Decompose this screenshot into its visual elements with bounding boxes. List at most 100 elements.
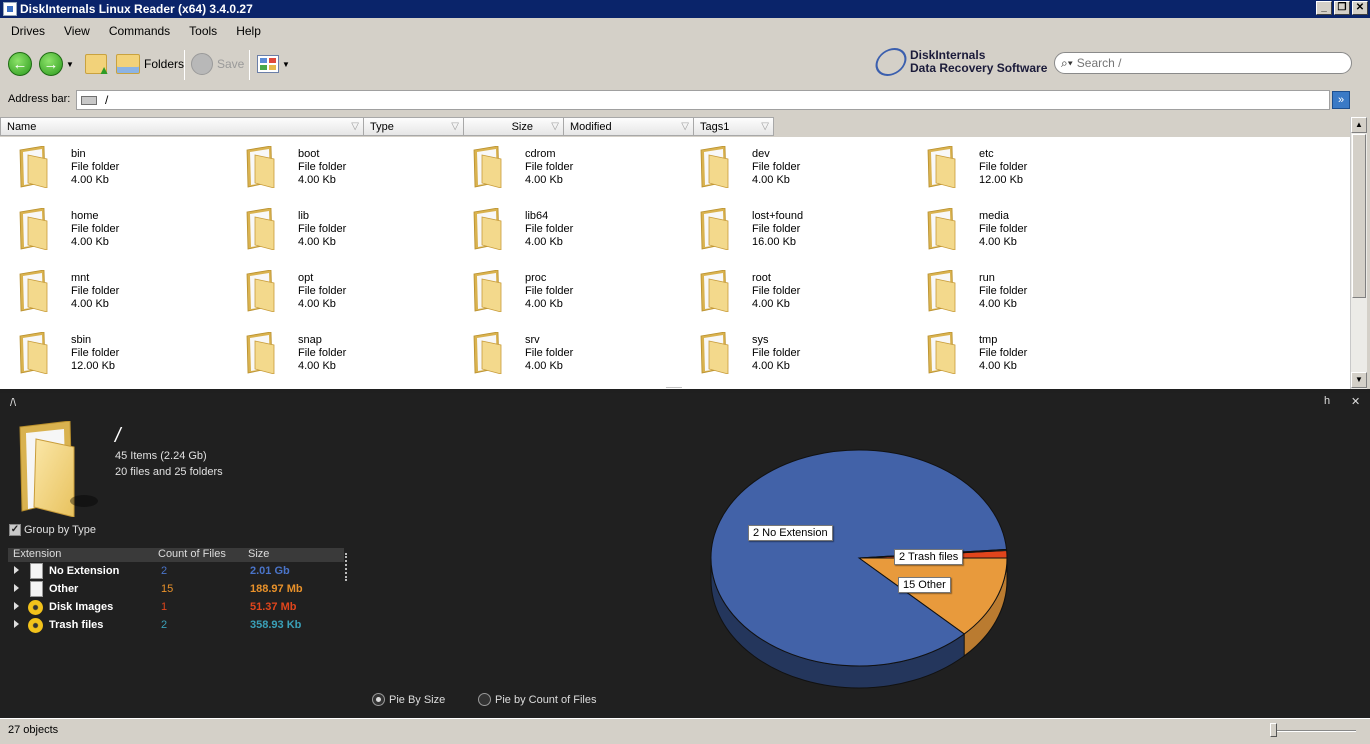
- header-count[interactable]: Count of Files: [158, 548, 226, 560]
- close-window-button[interactable]: ✕: [1352, 1, 1368, 15]
- folder-icon: [473, 146, 502, 188]
- folder-up-button[interactable]: [85, 50, 110, 78]
- file-item[interactable]: boot File folder 4.00 Kb: [227, 137, 447, 193]
- details-items: 45 Items (2.24 Gb): [115, 450, 207, 462]
- extension-row[interactable]: Disk Images 1 51.37 Mb: [8, 598, 344, 616]
- menu-commands[interactable]: Commands: [98, 24, 178, 38]
- extension-row[interactable]: Trash files 2 358.93 Kb: [8, 616, 344, 634]
- expand-icon[interactable]: [14, 602, 19, 610]
- details-h-button[interactable]: h: [1324, 395, 1330, 407]
- file-size: 4.00 Kb: [979, 298, 1017, 310]
- brand-logo: DiskInternals Data Recovery Software: [872, 48, 1047, 76]
- file-item[interactable]: tmp File folder 4.00 Kb: [908, 323, 1128, 379]
- search-box[interactable]: ⌕▾: [1054, 52, 1352, 74]
- file-item[interactable]: root File folder 4.00 Kb: [681, 261, 901, 317]
- file-type: File folder: [525, 285, 574, 297]
- menu-tools[interactable]: Tools: [178, 24, 225, 38]
- folder-icon: [700, 208, 729, 250]
- file-item[interactable]: mnt File folder 4.00 Kb: [0, 261, 220, 317]
- save-button[interactable]: Save: [191, 50, 244, 78]
- column-header-name[interactable]: Name ▽: [0, 117, 364, 136]
- file-item[interactable]: sbin File folder 12.00 Kb: [0, 323, 220, 379]
- file-name: mnt: [71, 272, 90, 284]
- scroll-thumb[interactable]: [1352, 134, 1366, 298]
- scroll-down-button[interactable]: ▼: [1351, 372, 1367, 388]
- forward-dropdown-icon[interactable]: ▼: [66, 60, 74, 69]
- diskinternals-logo-icon: [872, 48, 910, 76]
- folder-icon: [19, 208, 48, 250]
- file-item[interactable]: srv File folder 4.00 Kb: [454, 323, 674, 379]
- file-name: root: [752, 272, 771, 284]
- zoom-slider-thumb[interactable]: [1270, 723, 1277, 737]
- expand-icon[interactable]: [14, 566, 19, 574]
- minimize-button[interactable]: _: [1316, 1, 1332, 15]
- filter-icon[interactable]: ▽: [351, 121, 359, 132]
- extension-row[interactable]: No Extension 2 2.01 Gb: [8, 562, 344, 580]
- scroll-up-button[interactable]: ▲: [1351, 117, 1367, 133]
- zoom-slider-track[interactable]: [1272, 730, 1356, 732]
- header-size[interactable]: Size: [248, 548, 269, 560]
- details-close-button[interactable]: ✕: [1351, 395, 1360, 408]
- file-item[interactable]: run File folder 4.00 Kb: [908, 261, 1128, 317]
- search-icon[interactable]: ⌕▾: [1061, 56, 1073, 71]
- file-item[interactable]: lib64 File folder 4.00 Kb: [454, 199, 674, 255]
- folders-button[interactable]: Folders: [116, 50, 184, 78]
- address-value: /: [105, 93, 109, 107]
- file-item[interactable]: proc File folder 4.00 Kb: [454, 261, 674, 317]
- app-icon: [3, 2, 17, 16]
- go-button[interactable]: »: [1332, 91, 1350, 109]
- file-name: sbin: [71, 334, 92, 346]
- table-resize-handle[interactable]: [345, 553, 348, 581]
- file-item[interactable]: media File folder 4.00 Kb: [908, 199, 1128, 255]
- pie-by-size-label: Pie By Size: [389, 693, 446, 706]
- menu-help[interactable]: Help: [225, 24, 269, 38]
- column-header-modified[interactable]: Modified ▽: [564, 117, 694, 136]
- address-field[interactable]: /: [76, 90, 1330, 110]
- pie-label: 2 No Extension: [748, 525, 833, 541]
- extension-size: 51.37 Mb: [250, 601, 297, 613]
- file-item[interactable]: sys File folder 4.00 Kb: [681, 323, 901, 379]
- search-input[interactable]: [1076, 56, 1337, 70]
- file-item[interactable]: lost+found File folder 16.00 Kb: [681, 199, 901, 255]
- menu-view[interactable]: View: [53, 24, 98, 38]
- file-item[interactable]: etc File folder 12.00 Kb: [908, 137, 1128, 193]
- back-button[interactable]: ←: [8, 50, 32, 78]
- filter-icon[interactable]: ▽: [451, 121, 459, 132]
- column-headers: Name ▽ Type ▽ Size ▽ Modified ▽ Tags1 ▽: [0, 117, 1350, 136]
- file-item[interactable]: lib File folder 4.00 Kb: [227, 199, 447, 255]
- expand-icon[interactable]: [14, 620, 19, 628]
- expand-icon[interactable]: [14, 584, 19, 592]
- folder-icon: [927, 146, 956, 188]
- column-header-tags[interactable]: Tags1 ▽: [694, 117, 774, 136]
- large-folder-icon: [19, 421, 98, 517]
- file-item[interactable]: bin File folder 4.00 Kb: [0, 137, 220, 193]
- column-header-type[interactable]: Type ▽: [364, 117, 464, 136]
- group-by-type-checkbox[interactable]: ✓ Group by Type: [9, 524, 96, 536]
- folder-icon: [246, 208, 275, 250]
- file-size: 4.00 Kb: [752, 360, 790, 372]
- file-item[interactable]: dev File folder 4.00 Kb: [681, 137, 901, 193]
- menu-drives[interactable]: Drives: [0, 24, 53, 38]
- file-size: 4.00 Kb: [525, 236, 563, 248]
- pie-by-count-radio[interactable]: Pie by Count of Files: [478, 693, 597, 706]
- filter-icon[interactable]: ▽: [681, 121, 689, 132]
- view-dropdown-icon[interactable]: ▼: [282, 60, 290, 69]
- column-header-size[interactable]: Size ▽: [464, 117, 564, 136]
- filter-icon[interactable]: ▽: [551, 121, 559, 132]
- restore-button[interactable]: ❐: [1334, 1, 1350, 15]
- extension-row[interactable]: Other 15 188.97 Mb: [8, 580, 344, 598]
- filter-icon[interactable]: ▽: [761, 121, 769, 132]
- header-extension[interactable]: Extension: [13, 548, 61, 560]
- pie-by-size-radio[interactable]: Pie By Size: [372, 693, 445, 706]
- file-item[interactable]: opt File folder 4.00 Kb: [227, 261, 447, 317]
- file-list: bin File folder 4.00 Kb boot File folder 4.00…: [0, 137, 1350, 389]
- forward-button[interactable]: → ▼: [39, 50, 74, 78]
- file-item[interactable]: cdrom File folder 4.00 Kb: [454, 137, 674, 193]
- file-item[interactable]: snap File folder 4.00 Kb: [227, 323, 447, 379]
- file-item[interactable]: home File folder 4.00 Kb: [0, 199, 220, 255]
- view-mode-button[interactable]: ▼: [257, 50, 290, 78]
- save-label: Save: [217, 57, 245, 71]
- file-list-scrollbar[interactable]: ▲ ▼: [1350, 117, 1367, 389]
- folder-icon: [473, 270, 502, 312]
- document-icon: [30, 581, 43, 597]
